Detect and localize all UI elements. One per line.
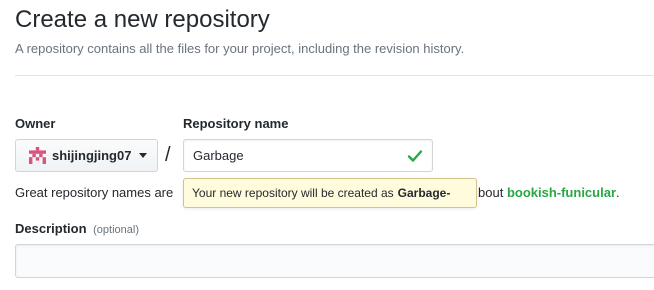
- hint-prefix: Great repository names are: [15, 185, 174, 200]
- repository-name-hint-tail: bout bookish-funicular.: [478, 185, 620, 200]
- owner-name: shijingjing07: [52, 148, 132, 163]
- hint-tail-prefix: bout: [478, 185, 504, 200]
- page-title: Create a new repository: [15, 6, 270, 33]
- owner-label: Owner: [15, 116, 56, 131]
- description-label-text: Description: [15, 221, 87, 236]
- repository-name-hint: Great repository names are: [15, 185, 173, 200]
- suggested-name-link[interactable]: bookish-funicular: [507, 185, 616, 200]
- page-subtitle: A repository contains all the files for …: [15, 41, 465, 56]
- tooltip-repo-name: Garbage-: [397, 186, 451, 200]
- repository-name-tooltip: Your new repository will be created as G…: [183, 178, 477, 208]
- owner-repo-separator: /: [165, 144, 171, 166]
- caret-down-icon: [139, 153, 148, 158]
- owner-select-button[interactable]: shijingjing07: [15, 139, 158, 172]
- tooltip-prefix: Your new repository will be created as: [192, 186, 394, 200]
- optional-note: (optional): [93, 224, 139, 236]
- repository-name-label: Repository name: [183, 116, 289, 131]
- description-input[interactable]: [15, 244, 654, 278]
- header-divider: [15, 75, 654, 76]
- hint-tail-suffix: .: [616, 185, 620, 200]
- repository-name-input[interactable]: [183, 139, 433, 172]
- identicon-avatar-icon: [29, 147, 46, 164]
- check-icon: [407, 150, 423, 162]
- description-label: Description (optional): [15, 221, 139, 236]
